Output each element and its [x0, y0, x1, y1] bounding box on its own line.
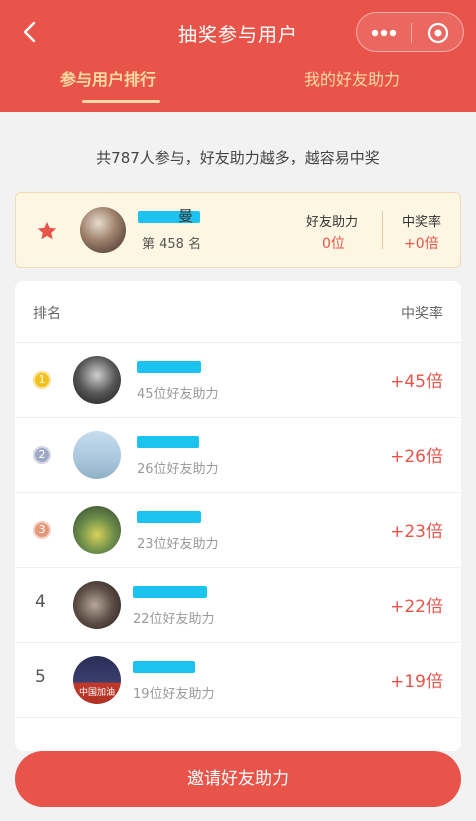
rank-number: 5 [35, 667, 46, 687]
avatar [73, 431, 121, 479]
list-item[interactable]: 5 中国加油 19位好友助力 +19倍 [15, 643, 461, 718]
win-rate-label: 中奖率 [402, 215, 442, 230]
target-close-icon [427, 22, 449, 44]
ranking-list: 排名 中奖率 1 45位好友助力 +45倍 2 26位好友助力 +26倍 3 2… [15, 281, 461, 751]
tab-participant-ranking[interactable]: 参与用户排行 [60, 66, 156, 90]
avatar [73, 356, 121, 404]
win-rate: +22倍 [390, 597, 443, 617]
my-rank: 第 458 名 [142, 237, 202, 252]
friend-help-label: 好友助力 [306, 215, 359, 230]
redacted-name-mask [137, 361, 201, 373]
redacted-name-mask [133, 586, 207, 598]
my-avatar [80, 207, 126, 253]
nav-row: 抽奖参与用户 [0, 12, 476, 52]
redacted-name-mask [137, 511, 201, 523]
list-item[interactable]: 2 26位好友助力 +26倍 [15, 418, 461, 493]
helper-count: 45位好友助力 [137, 387, 219, 402]
list-item[interactable]: 3 23位好友助力 +23倍 [15, 493, 461, 568]
tab-my-friend-help[interactable]: 我的好友助力 [304, 66, 400, 90]
close-button[interactable] [411, 13, 465, 53]
bronze-medal-icon: 3 [33, 521, 51, 539]
rank-number: 4 [35, 592, 46, 612]
participants-summary: 共787人参与，好友助力越多，越容易中奖 [96, 149, 380, 167]
helper-count: 22位好友助力 [133, 612, 215, 627]
avatar: 中国加油 [73, 656, 121, 704]
more-button[interactable] [357, 13, 411, 53]
my-name: 曼 [178, 207, 194, 225]
win-rate-value: +0倍 [404, 236, 439, 252]
helper-count: 19位好友助力 [133, 687, 215, 702]
avatar [73, 506, 121, 554]
stat-divider [382, 211, 383, 249]
column-win-rate: 中奖率 [401, 306, 443, 322]
active-tab-indicator [82, 100, 160, 103]
list-item[interactable]: 4 22位好友助力 +22倍 [15, 568, 461, 643]
ranking-list-header: 排名 中奖率 [15, 281, 461, 343]
mini-program-capsule [356, 12, 464, 52]
more-dots-icon [371, 29, 397, 37]
list-item[interactable]: 1 45位好友助力 +45倍 [15, 343, 461, 418]
helper-count: 23位好友助力 [137, 537, 219, 552]
my-rank-card: 曼 第 458 名 好友助力 0位 中奖率 +0倍 [15, 192, 461, 268]
friend-help-value: 0位 [322, 236, 345, 252]
star-icon [37, 221, 57, 240]
avatar-caption: 中国加油 [78, 688, 115, 698]
helper-count: 26位好友助力 [137, 462, 219, 477]
win-rate: +26倍 [390, 447, 443, 467]
redacted-name-mask [133, 661, 195, 673]
gold-medal-icon: 1 [33, 371, 51, 389]
redacted-name-mask [137, 436, 199, 448]
header-bar: 抽奖参与用户 参与用户排行 我的好友助力 [0, 0, 476, 112]
silver-medal-icon: 2 [33, 446, 51, 464]
avatar [73, 581, 121, 629]
win-rate: +19倍 [390, 672, 443, 692]
column-rank: 排名 [33, 306, 61, 322]
win-rate: +23倍 [390, 522, 443, 542]
win-rate: +45倍 [390, 372, 443, 392]
invite-friends-button[interactable]: 邀请好友助力 [15, 751, 461, 807]
